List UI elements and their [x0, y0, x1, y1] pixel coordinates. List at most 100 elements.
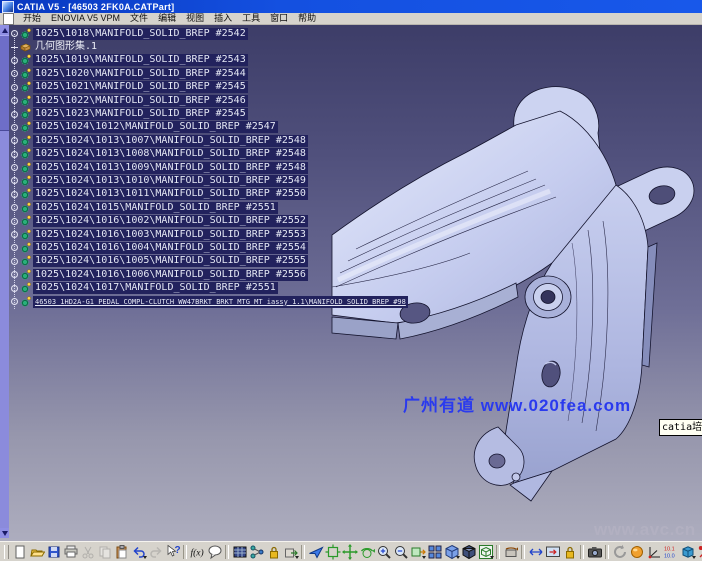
geometrical-set-icon[interactable]: [19, 41, 31, 53]
manifold-solid-brep-icon[interactable]: [19, 229, 31, 241]
manifold-solid-brep-icon[interactable]: [19, 175, 31, 187]
wireframe-view-icon[interactable]: [477, 543, 494, 560]
tree-item-label[interactable]: 1025\1024\1013\1007\MANIFOLD_SOLID_BREP …: [33, 135, 308, 147]
tree-item-label[interactable]: 1025\1024\1016\1003\MANIFOLD_SOLID_BREP …: [33, 229, 308, 241]
tree-row[interactable]: 1025\1024\1013\1010\MANIFOLD_SOLID_BREP …: [10, 174, 408, 187]
tree-row[interactable]: 1025\1024\1016\1005\MANIFOLD_SOLID_BREP …: [10, 255, 408, 268]
tree-row[interactable]: 1025\1024\1013\1011\MANIFOLD_SOLID_BREP …: [10, 188, 408, 201]
zoom-out-icon[interactable]: [392, 543, 409, 560]
lock-icon[interactable]: [265, 543, 282, 560]
tree-scrollbar[interactable]: [0, 25, 9, 538]
tree-row[interactable]: 1025\1019\MANIFOLD_SOLID_BREP #2543: [10, 54, 408, 67]
tree-expand-node[interactable]: [11, 97, 18, 104]
tree-expand-node[interactable]: [11, 177, 18, 184]
tree-row[interactable]: 1025\1024\1013\1008\MANIFOLD_SOLID_BREP …: [10, 148, 408, 161]
tree-expand-node[interactable]: [11, 231, 18, 238]
tree-row[interactable]: 1025\1024\1016\1003\MANIFOLD_SOLID_BREP …: [10, 228, 408, 241]
tree-row[interactable]: 1025\1024\1016\1004\MANIFOLD_SOLID_BREP …: [10, 241, 408, 254]
undo-icon[interactable]: [130, 543, 147, 560]
tree-branch-dash[interactable]: [11, 47, 18, 48]
tree-item-label[interactable]: 1025\1024\1012\MANIFOLD_SOLID_BREP #2547: [33, 121, 278, 133]
normal-view-icon[interactable]: [409, 543, 426, 560]
tree-expand-node[interactable]: [11, 285, 18, 292]
fly-mode-icon[interactable]: [307, 543, 324, 560]
zoom-in-icon[interactable]: [375, 543, 392, 560]
tree-item-label[interactable]: 1025\1020\MANIFOLD_SOLID_BREP #2544: [33, 68, 248, 80]
tree-expand-node[interactable]: [11, 111, 18, 118]
tree-expand-node[interactable]: [11, 244, 18, 251]
measure-icon[interactable]: [696, 543, 702, 560]
multi-view-icon[interactable]: [426, 543, 443, 560]
tree-item-label[interactable]: 1025\1022\MANIFOLD_SOLID_BREP #2546: [33, 95, 248, 107]
tree-expand-node[interactable]: [11, 124, 18, 131]
manifold-solid-brep-icon[interactable]: [19, 162, 31, 174]
tree-item-label[interactable]: 1025\1024\1013\1008\MANIFOLD_SOLID_BREP …: [33, 148, 308, 160]
manifold-solid-brep-icon[interactable]: [19, 215, 31, 227]
tree-expand-node[interactable]: [11, 57, 18, 64]
menu-item-4[interactable]: 视图: [181, 13, 209, 24]
manifold-solid-brep-icon[interactable]: [19, 81, 31, 93]
3d-viewport[interactable]: 广州有道 www.020fea.com www.avc.cn catia培 10…: [0, 25, 702, 541]
tree-item-label[interactable]: 1025\1024\1013\1010\MANIFOLD_SOLID_BREP …: [33, 175, 308, 187]
tree-expand-node[interactable]: [11, 258, 18, 265]
flyout-arrow-icon[interactable]: [295, 556, 299, 559]
manifold-solid-brep-icon[interactable]: [19, 282, 31, 294]
tree-row[interactable]: 1025\1024\1016\1006\MANIFOLD_SOLID_BREP …: [10, 268, 408, 281]
manifold-solid-brep-icon[interactable]: [19, 269, 31, 281]
paste-icon[interactable]: [113, 543, 130, 560]
tree-item-label[interactable]: 1025\1023\MANIFOLD_SOLID_BREP #2545: [33, 108, 248, 120]
tree-item-label[interactable]: 几何图形集.1: [33, 41, 99, 53]
tree-expand-node[interactable]: [11, 137, 18, 144]
tree-expand-node[interactable]: [11, 191, 18, 198]
menu-item-1[interactable]: ENOVIA V5 VPM: [46, 13, 125, 24]
manifold-solid-brep-icon[interactable]: [19, 188, 31, 200]
manifold-solid-brep-icon[interactable]: [19, 202, 31, 214]
scroll-down-icon[interactable]: [0, 528, 9, 538]
tree-row[interactable]: 1025\1024\1012\MANIFOLD_SOLID_BREP #2547: [10, 121, 408, 134]
iso-view-icon[interactable]: [443, 543, 460, 560]
menu-item-2[interactable]: 文件: [125, 13, 153, 24]
manifold-solid-brep-icon[interactable]: [19, 148, 31, 160]
table-icon[interactable]: [231, 543, 248, 560]
visibility-lock-icon[interactable]: [561, 543, 578, 560]
structure-graph-icon[interactable]: [248, 543, 265, 560]
tree-expand-node[interactable]: [11, 298, 18, 305]
manifold-solid-brep-icon[interactable]: [19, 108, 31, 120]
tree-row[interactable]: 46503 1HD2A-G1 PEDAL COMPL-CLUTCH WW47BR…: [10, 295, 408, 308]
tree-expand-node[interactable]: [11, 84, 18, 91]
camera-icon[interactable]: [586, 543, 603, 560]
manifold-solid-brep-icon[interactable]: [19, 54, 31, 66]
swap-space-icon[interactable]: [544, 543, 561, 560]
tree-item-label[interactable]: 1025\1018\MANIFOLD_SOLID_BREP #2542: [33, 28, 248, 40]
tree-row[interactable]: 1025\1023\MANIFOLD_SOLID_BREP #2545: [10, 107, 408, 120]
open-folder-icon[interactable]: [28, 543, 45, 560]
tree-expand-node[interactable]: [11, 30, 18, 37]
tree-row[interactable]: 1025\1021\MANIFOLD_SOLID_BREP #2545: [10, 81, 408, 94]
manifold-solid-brep-icon[interactable]: [19, 135, 31, 147]
app-icon[interactable]: [2, 1, 14, 13]
tree-row[interactable]: 1025\1024\1016\1002\MANIFOLD_SOLID_BREP …: [10, 214, 408, 227]
flyout-arrow-icon[interactable]: [490, 556, 494, 559]
menu-item-6[interactable]: 工具: [237, 13, 265, 24]
tree-item-label[interactable]: 1025\1024\1013\1011\MANIFOLD_SOLID_BREP …: [33, 188, 308, 200]
export-icon[interactable]: [282, 543, 299, 560]
tree-row[interactable]: 1025\1024\1013\1009\MANIFOLD_SOLID_BREP …: [10, 161, 408, 174]
fit-all-icon[interactable]: [324, 543, 341, 560]
manifold-solid-brep-icon[interactable]: [19, 242, 31, 254]
tree-expand-node[interactable]: [11, 218, 18, 225]
tree-row[interactable]: 1025\1024\1015\MANIFOLD_SOLID_BREP #2551: [10, 201, 408, 214]
tree-expand-node[interactable]: [11, 204, 18, 211]
tree-item-label[interactable]: 1025\1024\1016\1006\MANIFOLD_SOLID_BREP …: [33, 269, 308, 281]
tree-row[interactable]: 1025\1018\MANIFOLD_SOLID_BREP #2542: [10, 27, 408, 40]
pan-icon[interactable]: [341, 543, 358, 560]
toolbar-grip[interactable]: [4, 545, 9, 559]
scroll-up-icon[interactable]: [0, 25, 9, 35]
tree-row[interactable]: 几何图形集.1: [10, 40, 408, 53]
menu-item-7[interactable]: 窗口: [265, 13, 293, 24]
shaded-view-icon[interactable]: [460, 543, 477, 560]
manifold-solid-brep-icon[interactable]: [19, 95, 31, 107]
tree-item-label[interactable]: 1025\1024\1013\1009\MANIFOLD_SOLID_BREP …: [33, 162, 308, 174]
manifold-solid-brep-icon[interactable]: [19, 121, 31, 133]
manifold-solid-brep-icon[interactable]: [19, 28, 31, 40]
tree-row[interactable]: 1025\1024\1013\1007\MANIFOLD_SOLID_BREP …: [10, 134, 408, 147]
